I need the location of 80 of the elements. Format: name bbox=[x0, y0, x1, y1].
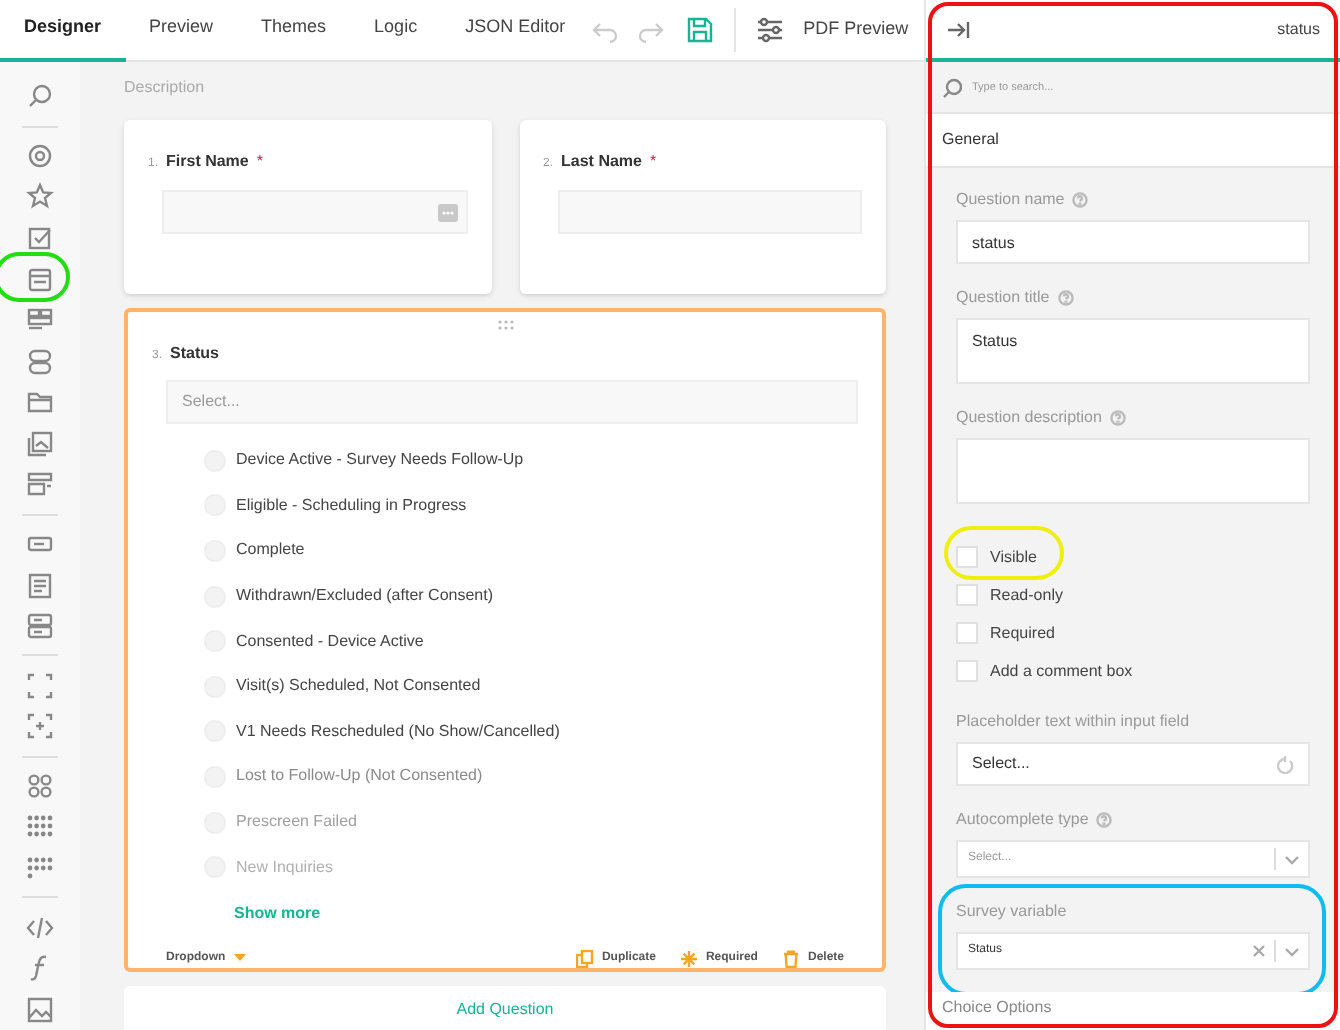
dot-grid-plus-icon[interactable] bbox=[26, 854, 54, 883]
multiple-text-icon[interactable] bbox=[26, 612, 54, 641]
text-input-field[interactable]: status bbox=[956, 220, 1310, 264]
choice-label: Device Active - Survey Needs Follow-Up bbox=[236, 448, 524, 473]
checkbox[interactable] bbox=[956, 660, 978, 682]
field-label: Autocomplete type bbox=[956, 808, 1089, 832]
choice-label: New Inquiries bbox=[236, 855, 333, 880]
dynamic-panel-icon[interactable] bbox=[26, 712, 54, 741]
dot-grid-icon[interactable] bbox=[26, 812, 54, 841]
help-icon[interactable] bbox=[1109, 410, 1126, 426]
checkbox[interactable] bbox=[956, 546, 978, 568]
checkbox-icon[interactable] bbox=[26, 224, 54, 252]
dropdown-icon[interactable] bbox=[26, 265, 54, 294]
placeholder-text: Select... bbox=[182, 390, 240, 414]
field-label: Question description bbox=[956, 406, 1102, 430]
choice-label: Lost to Follow-Up (Not Consented) bbox=[236, 764, 483, 789]
checkbox-label: Read-only bbox=[990, 583, 1063, 607]
asterisk-icon bbox=[679, 949, 698, 968]
choice-label: Withdrawn/Excluded (after Consent) bbox=[236, 584, 493, 609]
field-label: Question title bbox=[956, 286, 1050, 310]
tab[interactable]: Logic bbox=[350, 0, 442, 61]
text-input-field[interactable]: Select... bbox=[956, 742, 1310, 786]
question-title: Status bbox=[170, 342, 219, 366]
comment-box-icon[interactable] bbox=[26, 571, 54, 600]
choice-label: Complete bbox=[236, 538, 305, 563]
checkbox-label: Add a comment box bbox=[990, 659, 1133, 683]
pdf-preview-button[interactable]: PDF Preview bbox=[803, 16, 909, 44]
collapse-panel-icon[interactable] bbox=[946, 19, 970, 39]
chevron-down-icon[interactable] bbox=[1284, 853, 1300, 865]
clear-icon[interactable] bbox=[1252, 944, 1266, 958]
choice-label: Eligible - Scheduling in Progress bbox=[236, 493, 467, 518]
field-label: Placeholder text within input field bbox=[956, 710, 1190, 734]
code-icon[interactable] bbox=[26, 913, 54, 942]
search-icon bbox=[942, 77, 962, 97]
ranking-icon[interactable] bbox=[26, 470, 54, 499]
panel-title: status bbox=[1277, 17, 1320, 41]
text-area-field[interactable]: Status bbox=[956, 318, 1310, 384]
field-label: Question name bbox=[956, 188, 1065, 212]
question-title: Last Name bbox=[561, 150, 642, 174]
folder-icon[interactable] bbox=[26, 388, 54, 417]
tab[interactable]: JSON Editor bbox=[441, 0, 590, 61]
image-stack-icon[interactable] bbox=[26, 429, 54, 458]
tab[interactable]: Themes bbox=[237, 0, 351, 61]
choice-label: Prescreen Failed bbox=[236, 810, 357, 835]
checkbox[interactable] bbox=[956, 622, 978, 644]
panel-frame-icon[interactable] bbox=[26, 671, 54, 700]
reset-icon[interactable] bbox=[1276, 755, 1294, 773]
help-icon[interactable] bbox=[1057, 290, 1074, 306]
required-asterisk: * bbox=[256, 150, 263, 174]
checkbox-label: Required bbox=[990, 621, 1055, 645]
more-icon[interactable] bbox=[437, 203, 457, 221]
choice-label: Visit(s) Scheduled, Not Consented bbox=[236, 674, 481, 699]
save-icon[interactable] bbox=[685, 16, 714, 44]
field-label: Survey variable bbox=[956, 900, 1067, 924]
search-icon[interactable] bbox=[26, 82, 54, 111]
choice-label: V1 Needs Rescheduled (No Show/Cancelled) bbox=[236, 719, 560, 744]
chevron-down-icon[interactable] bbox=[1284, 945, 1300, 957]
question-card[interactable] bbox=[124, 308, 886, 972]
duplicate-icon bbox=[575, 949, 594, 968]
trash-icon bbox=[781, 949, 800, 968]
tagbox-icon[interactable] bbox=[26, 306, 54, 335]
matrix-circles-icon[interactable] bbox=[26, 771, 54, 800]
page-description: Description bbox=[124, 76, 207, 100]
drag-handle-icon[interactable] bbox=[497, 320, 513, 330]
caret-icon bbox=[233, 954, 246, 963]
image-icon[interactable] bbox=[26, 995, 54, 1024]
help-icon[interactable] bbox=[1072, 192, 1089, 208]
choice-label: Consented - Device Active bbox=[236, 629, 424, 654]
checkbox[interactable] bbox=[956, 584, 978, 606]
required-asterisk: * bbox=[649, 150, 657, 174]
radio-icon[interactable] bbox=[26, 141, 54, 170]
text-area-field[interactable] bbox=[956, 438, 1310, 504]
question-title: First Name bbox=[166, 150, 249, 174]
star-icon[interactable] bbox=[26, 182, 54, 211]
sliders-icon[interactable] bbox=[755, 16, 784, 44]
checkbox-label: Visible bbox=[990, 545, 1037, 569]
toggle-icon[interactable] bbox=[26, 347, 54, 376]
tab[interactable]: Preview bbox=[125, 0, 238, 61]
text-input-field[interactable] bbox=[162, 190, 467, 234]
help-icon[interactable] bbox=[1096, 812, 1113, 828]
